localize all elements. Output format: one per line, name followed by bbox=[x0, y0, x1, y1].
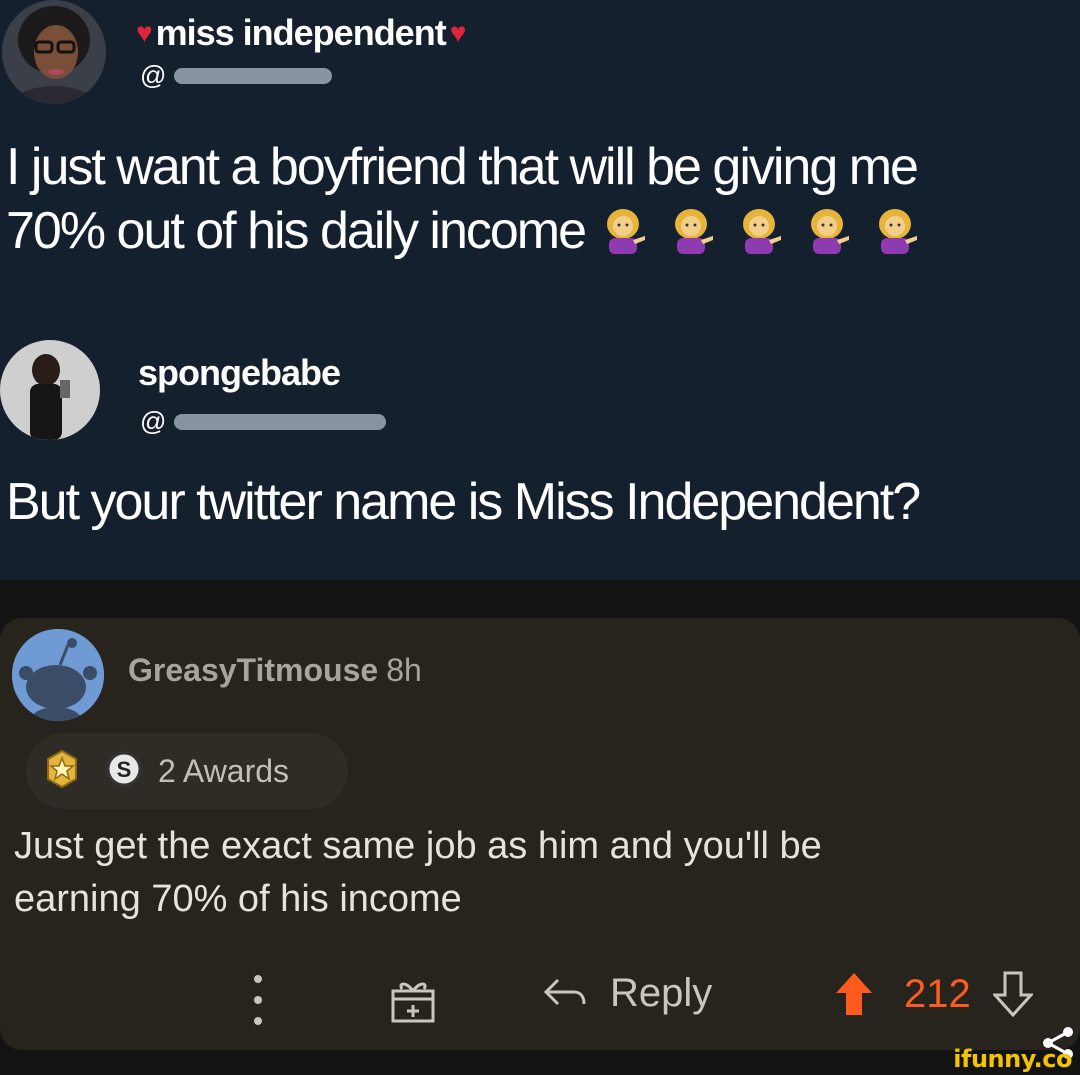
tweet-body: I just want a boyfriend that will be giv… bbox=[6, 135, 921, 263]
emoji-row bbox=[599, 206, 921, 256]
spongebabe-handle[interactable]: @ bbox=[140, 406, 387, 437]
upvote-icon[interactable] bbox=[834, 971, 874, 1017]
comment-line-1: Just get the exact same job as him and y… bbox=[14, 825, 822, 867]
comment-line-2: earning 70% of his income bbox=[14, 878, 462, 920]
spongebabe-avatar[interactable] bbox=[0, 340, 100, 440]
vote-score: 212 bbox=[904, 971, 971, 1016]
comment-action-bar: Reply 212 bbox=[0, 965, 1080, 1035]
vote-controls: 212 bbox=[834, 971, 1033, 1017]
gold-star-award-icon bbox=[40, 747, 84, 796]
miss-independent-display-name[interactable]: ♥ miss independent ♥ bbox=[136, 12, 467, 54]
silver-s-award-icon: S bbox=[104, 749, 144, 794]
reply-label: Reply bbox=[610, 971, 713, 1015]
heart-icon: ♥ bbox=[449, 17, 467, 48]
svg-text:S: S bbox=[117, 757, 132, 782]
more-options-icon[interactable] bbox=[250, 975, 266, 1025]
downvote-icon[interactable] bbox=[992, 971, 1033, 1017]
ifunny-watermark: ifunny.co bbox=[953, 1045, 1072, 1073]
tweet-line-1: I just want a boyfriend that will be giv… bbox=[6, 138, 919, 196]
comment-age: 8h bbox=[386, 652, 422, 688]
snoo-avatar-icon bbox=[12, 629, 104, 721]
user-avatar[interactable] bbox=[12, 629, 104, 721]
person-tipping-hand-emoji bbox=[607, 209, 646, 254]
reply-tweet-body: But your twitter name is Miss Independen… bbox=[6, 473, 921, 531]
twitter-thread-screenshot: ♥ miss independent ♥ @ I just want a boy… bbox=[0, 0, 1080, 580]
redacted-handle bbox=[174, 67, 333, 84]
gift-award-icon[interactable] bbox=[388, 975, 438, 1030]
reply-arrow-icon bbox=[543, 978, 586, 1005]
heart-icon: ♥ bbox=[136, 17, 153, 48]
spongebabe-display-name[interactable]: spongebabe bbox=[138, 352, 341, 394]
awards-pill[interactable]: S 2 Awards bbox=[26, 733, 348, 809]
miss-independent-avatar[interactable] bbox=[2, 0, 106, 104]
reply-button[interactable]: Reply bbox=[540, 971, 712, 1016]
comment-body: Just get the exact same job as him and y… bbox=[14, 820, 1054, 926]
awards-count: 2 Awards bbox=[158, 752, 290, 789]
person-tipping-hand-emoji bbox=[811, 209, 850, 254]
person-tipping-hand-emoji bbox=[675, 209, 714, 254]
person-tipping-hand-emoji bbox=[743, 209, 782, 254]
person-tipping-hand-emoji bbox=[879, 209, 918, 254]
miss-independent-handle[interactable]: @ bbox=[140, 60, 333, 91]
tweet-line-2: 70% out of his daily income bbox=[6, 199, 921, 263]
redacted-handle bbox=[174, 413, 387, 430]
comment-author[interactable]: GreasyTitmouse 8h bbox=[128, 652, 422, 689]
